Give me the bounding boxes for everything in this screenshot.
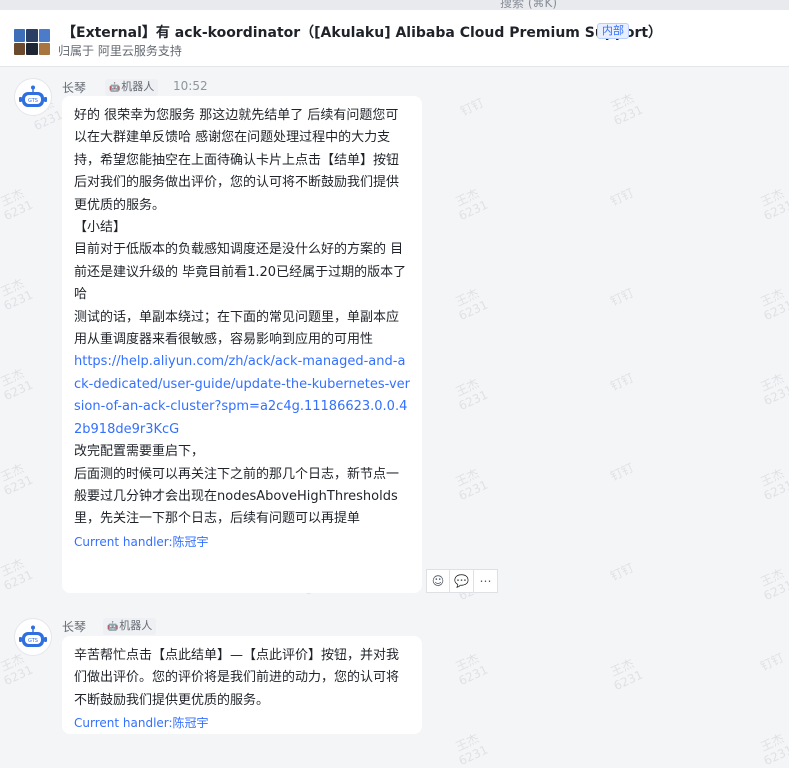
message-paragraph: 目前对于低版本的负载感知调度还是没什么好的方案的 目前还是建议升级的 毕竟目前看… <box>74 242 407 303</box>
watermark-tile: 王杰 6231 <box>453 186 491 224</box>
watermark-tile: 王杰 6231 <box>608 91 646 129</box>
message-actions: ☺ 💬 ⋯ <box>426 569 498 593</box>
message-paragraph: 好的 很荣幸为您服务 那这边就先结单了 后续有问题您可以在大群建单反馈哈 感谢您… <box>74 108 400 213</box>
robot-icon: GTS <box>19 85 47 107</box>
watermark-tile: 王杰 6231 <box>758 466 789 504</box>
group-subtitle[interactable]: 归属于 阿里云服务支持 <box>58 42 182 59</box>
sender-name[interactable]: 长琴 <box>62 618 86 635</box>
bot-avatar[interactable]: GTS <box>14 78 52 116</box>
watermark-tile: 王杰 6231 <box>0 186 36 224</box>
watermark-tile: 钉钉 <box>608 185 636 209</box>
svg-text:GTS: GTS <box>28 98 38 104</box>
message-bubble[interactable]: 好的 很荣幸为您服务 那这边就先结单了 后续有问题您可以在大群建单反馈哈 感谢您… <box>62 96 422 593</box>
reply-icon[interactable]: 💬 <box>450 569 474 593</box>
watermark-tile: 钉钉 <box>608 560 636 584</box>
watermark-tile: 钉钉 <box>608 460 636 484</box>
watermark-tile: 王杰 6231 <box>453 376 491 414</box>
current-handler[interactable]: Current handler:陈冠宇 <box>74 714 410 732</box>
bot-tag-label: 机器人 <box>121 80 155 93</box>
group-title[interactable]: 【External】有 ack-koordinator（[Akulaku] Al… <box>62 22 662 42</box>
message-bubble[interactable]: 辛苦帮忙点击【点此结单】—【点此评价】按钮，并对我们做出评价。您的评价将是我们前… <box>62 636 422 734</box>
message-paragraph: 改完配置需要重启下， <box>74 444 205 460</box>
watermark-tile: 王杰 6231 <box>453 651 491 689</box>
message-paragraph: 辛苦帮忙点击【点此结单】—【点此评价】按钮，并对我们做出评价。您的评价将是我们前… <box>74 648 400 708</box>
bot-tag: 🤖机器人 <box>105 79 159 96</box>
add-reaction-icon[interactable]: ☺ <box>426 569 450 593</box>
watermark-tile: 钉钉 <box>608 370 636 394</box>
watermark-tile: 王杰 6231 <box>608 656 646 694</box>
bot-avatar[interactable]: GTS <box>14 618 52 656</box>
more-icon[interactable]: ⋯ <box>474 569 498 593</box>
help-doc-link[interactable]: https://help.aliyun.com/zh/ack/ack-manag… <box>74 354 410 436</box>
watermark-tile: 王杰 6231 <box>758 731 789 768</box>
message-paragraph: 测试的话，单副本绕过；在下面的常见问题里，单副本应用从重调度器来看很敏感，容易影… <box>74 309 400 348</box>
message-paragraph: 【小结】 <box>74 220 127 236</box>
watermark-tile: 王杰 6231 <box>758 186 789 224</box>
group-avatar[interactable] <box>14 29 50 55</box>
top-search-strip: 搜索 (⌘K) <box>0 0 789 10</box>
watermark-tile: 王杰 6231 <box>0 461 36 499</box>
robot-tag-icon: 🤖 <box>109 83 121 93</box>
watermark-tile: 王杰 6231 <box>453 466 491 504</box>
watermark-tile: 钉钉 <box>458 95 486 119</box>
current-handler[interactable]: Current handler:陈冠宇 <box>74 533 410 551</box>
watermark-tile: 王杰 6231 <box>0 366 36 404</box>
internal-badge: 内部 <box>597 23 629 39</box>
bot-tag-label: 机器人 <box>119 619 153 632</box>
svg-text:GTS: GTS <box>28 638 38 644</box>
robot-tag-icon: 🤖 <box>107 622 119 632</box>
watermark-tile: 王杰 6231 <box>758 371 789 409</box>
watermark-tile: 钉钉 <box>758 650 786 674</box>
watermark-tile: 王杰 6231 <box>0 556 36 594</box>
chat-header: 搜索 (⌘K) 【External】有 ack-koordinator（[Aku… <box>0 0 789 67</box>
search-box[interactable]: 搜索 (⌘K) <box>500 0 620 10</box>
watermark-tile: 钉钉 <box>608 285 636 309</box>
sender-name[interactable]: 长琴 <box>62 79 86 96</box>
watermark-tile: 王杰 6231 <box>758 566 789 604</box>
message-paragraph: 后面测的时候可以再关注下之前的那几个日志，新节点一般要过几分钟才会出现在node… <box>74 466 400 527</box>
watermark-tile: 王杰 6231 <box>0 276 36 314</box>
watermark-tile: 王杰 6231 <box>758 286 789 324</box>
watermark-tile: 王杰 6231 <box>453 286 491 324</box>
message-time: 10:52 <box>173 79 208 93</box>
bot-tag: 🤖机器人 <box>103 618 157 635</box>
robot-icon: GTS <box>19 625 47 647</box>
watermark-tile: 王杰 6231 <box>453 731 491 768</box>
